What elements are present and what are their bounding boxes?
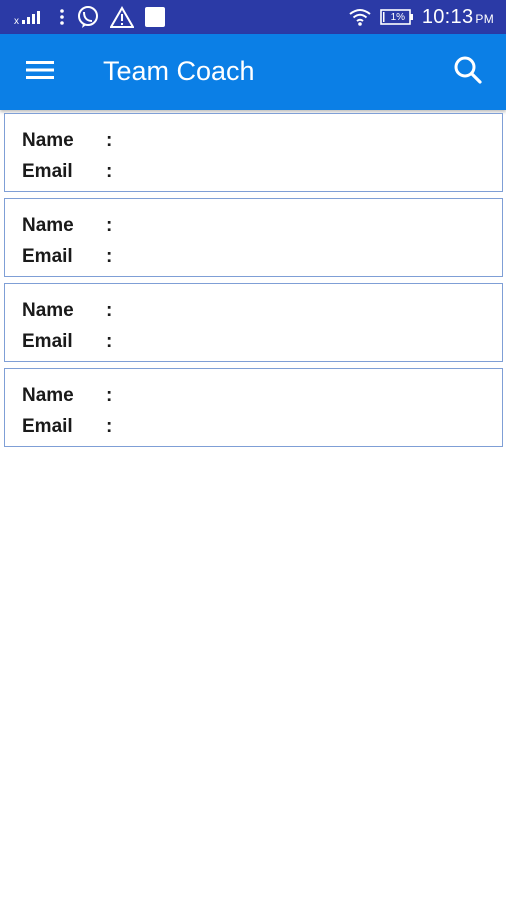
name-label: Name bbox=[22, 299, 74, 321]
coach-list: Name : Email : Name : Email : Name : Ema… bbox=[4, 113, 503, 453]
name-row: Name : bbox=[22, 380, 502, 411]
status-bar: x 1% 10:13 PM bbox=[0, 0, 506, 34]
coach-card[interactable]: Name : Email : bbox=[4, 283, 503, 362]
email-row: Email : bbox=[22, 241, 502, 272]
email-label: Email bbox=[22, 245, 73, 267]
signal-icon: x bbox=[14, 8, 48, 26]
email-separator: : bbox=[106, 415, 113, 437]
menu-button[interactable] bbox=[22, 58, 58, 86]
coach-card[interactable]: Name : Email : bbox=[4, 198, 503, 277]
name-separator: : bbox=[106, 299, 113, 321]
email-row: Email : bbox=[22, 326, 502, 357]
email-label: Email bbox=[22, 330, 73, 352]
name-row: Name : bbox=[22, 125, 502, 156]
notification-icon bbox=[144, 6, 166, 28]
email-row: Email : bbox=[22, 411, 502, 442]
email-separator: : bbox=[106, 330, 113, 352]
app-bar: Team Coach bbox=[0, 34, 506, 110]
name-label: Name bbox=[22, 384, 74, 406]
name-row: Name : bbox=[22, 210, 502, 241]
email-label: Email bbox=[22, 415, 73, 437]
viber-icon bbox=[76, 5, 100, 29]
clock-time: 10:13 bbox=[421, 5, 474, 28]
clock-ampm: PM bbox=[475, 11, 494, 26]
clock: 10:13 PM bbox=[422, 6, 494, 29]
name-separator: : bbox=[106, 129, 113, 151]
status-right: 1% 10:13 PM bbox=[348, 6, 494, 29]
name-label: Name bbox=[22, 214, 74, 236]
email-separator: : bbox=[106, 160, 113, 182]
coach-card[interactable]: Name : Email : bbox=[4, 368, 503, 447]
email-separator: : bbox=[106, 245, 113, 267]
hamburger-menu-icon bbox=[26, 60, 54, 85]
name-separator: : bbox=[106, 214, 113, 236]
battery-icon: 1% bbox=[380, 8, 414, 26]
coach-card[interactable]: Name : Email : bbox=[4, 113, 503, 192]
svg-text:x: x bbox=[14, 16, 19, 26]
search-button[interactable] bbox=[450, 54, 486, 90]
search-icon bbox=[453, 55, 483, 90]
email-row: Email : bbox=[22, 156, 502, 187]
email-label: Email bbox=[22, 160, 73, 182]
page-title: Team Coach bbox=[103, 56, 255, 86]
name-separator: : bbox=[106, 384, 113, 406]
more-vert-icon bbox=[58, 7, 66, 27]
wifi-icon bbox=[348, 7, 372, 27]
warning-icon bbox=[110, 6, 134, 28]
battery-percentage: 1% bbox=[390, 11, 406, 23]
name-row: Name : bbox=[22, 295, 502, 326]
name-label: Name bbox=[22, 129, 74, 151]
status-left: x bbox=[14, 5, 166, 29]
